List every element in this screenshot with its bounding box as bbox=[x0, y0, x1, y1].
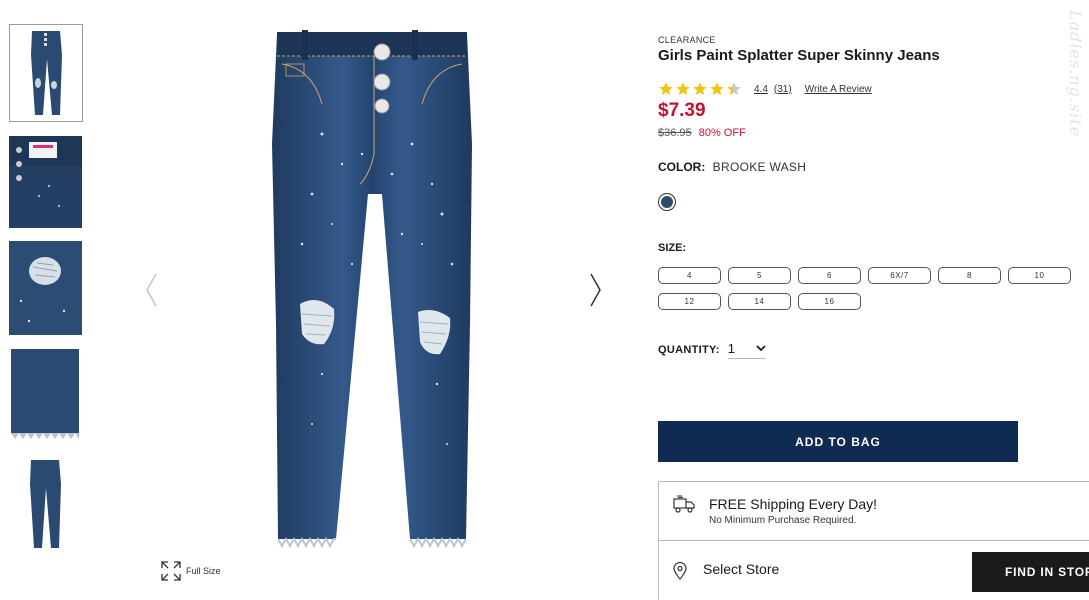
quantity-value: 1 bbox=[727, 341, 736, 356]
add-to-bag-button[interactable]: ADD TO BAG bbox=[658, 421, 1018, 462]
chevron-right-icon bbox=[590, 273, 601, 307]
color-label: COLOR: bbox=[658, 160, 706, 174]
raw-hem-thumbnail bbox=[9, 349, 82, 441]
star-icon bbox=[676, 82, 690, 95]
size-option[interactable]: 6X/7 bbox=[868, 267, 931, 284]
star-icon bbox=[727, 82, 741, 95]
quantity-label: QUANTITY: bbox=[658, 344, 720, 356]
size-option[interactable]: 4 bbox=[658, 267, 721, 284]
star-rating[interactable] bbox=[658, 81, 742, 97]
chevron-down-icon bbox=[756, 345, 766, 352]
store-pickup: Select Store FIND IN STORE bbox=[658, 540, 1089, 600]
discount-label: 80% OFF bbox=[698, 127, 746, 139]
color-value: BROOKE WASH bbox=[712, 160, 807, 174]
sale-price: $7.39 bbox=[658, 100, 706, 121]
rating-value[interactable]: 4.4 bbox=[754, 84, 768, 95]
original-price: $36.95 bbox=[658, 127, 692, 139]
rating-count[interactable]: (31) bbox=[774, 84, 792, 95]
size-option[interactable]: 12 bbox=[658, 293, 721, 310]
jeans-product-image bbox=[272, 30, 472, 549]
shipping-info: FREE Shipping Every Day! No Minimum Purc… bbox=[658, 481, 1089, 541]
chevron-left-icon bbox=[146, 273, 157, 307]
size-option[interactable]: 6 bbox=[798, 267, 861, 284]
prev-image-button[interactable] bbox=[141, 270, 161, 310]
thumbnail-5[interactable] bbox=[9, 456, 82, 552]
select-store-link[interactable]: Select Store bbox=[703, 561, 779, 577]
rating-row: 4.4 (31) Write A Review bbox=[658, 81, 872, 97]
location-pin-icon bbox=[673, 562, 687, 580]
size-option[interactable]: 8 bbox=[938, 267, 1001, 284]
find-in-store-button[interactable]: FIND IN STORE bbox=[972, 552, 1089, 592]
swatch-fill bbox=[661, 196, 673, 208]
next-image-button[interactable] bbox=[586, 270, 606, 310]
write-review-link[interactable]: Write A Review bbox=[805, 84, 872, 95]
shipping-title: FREE Shipping Every Day! bbox=[709, 496, 878, 512]
thumbnail-1[interactable] bbox=[9, 24, 83, 122]
delivery-truck-icon bbox=[673, 495, 695, 513]
full-size-label: Full Size bbox=[186, 566, 221, 576]
price-details: $36.95 80% OFF bbox=[658, 127, 746, 139]
quantity-select[interactable]: 1 bbox=[727, 341, 766, 359]
size-option[interactable]: 5 bbox=[728, 267, 791, 284]
product-title: Girls Paint Splatter Super Skinny Jeans bbox=[658, 47, 940, 64]
star-icon bbox=[693, 82, 707, 95]
color-swatch-brooke-wash[interactable] bbox=[658, 193, 676, 211]
product-info-panel: CLEARANCE Girls Paint Splatter Super Ski… bbox=[658, 0, 1089, 600]
expand-icon bbox=[161, 561, 181, 581]
clearance-badge: CLEARANCE bbox=[658, 35, 716, 45]
color-row: COLOR: BROOKE WASH bbox=[658, 160, 806, 174]
star-icon bbox=[710, 82, 724, 95]
waistband-thumbnail bbox=[9, 136, 82, 228]
jeans-front-thumbnail bbox=[10, 25, 82, 121]
knee-detail-thumbnail bbox=[9, 241, 82, 335]
thumbnail-3[interactable] bbox=[9, 241, 82, 335]
star-icon bbox=[659, 82, 673, 95]
jeans-full-thumbnail bbox=[9, 456, 82, 552]
shipping-subtitle: No Minimum Purchase Required. bbox=[709, 515, 857, 526]
thumbnail-4[interactable] bbox=[9, 349, 82, 441]
size-option[interactable]: 14 bbox=[728, 293, 791, 310]
size-option[interactable]: 10 bbox=[1008, 267, 1071, 284]
size-option[interactable]: 16 bbox=[798, 293, 861, 310]
size-label: SIZE: bbox=[658, 242, 687, 254]
watermark: Ladies.ng.site bbox=[1066, 10, 1085, 138]
main-product-image[interactable] bbox=[262, 24, 484, 552]
quantity-row: QUANTITY: 1 bbox=[658, 341, 766, 359]
full-size-button[interactable]: Full Size bbox=[160, 560, 221, 582]
thumbnail-2[interactable] bbox=[9, 136, 82, 228]
